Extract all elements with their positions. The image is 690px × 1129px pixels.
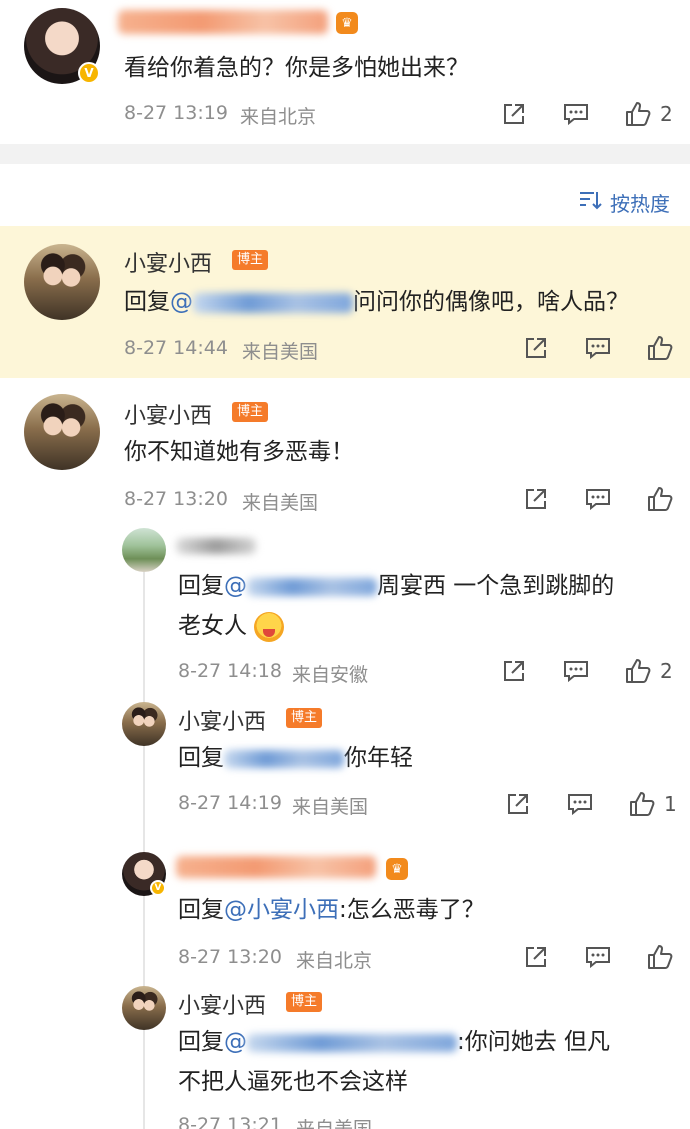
like-count: 2	[660, 659, 673, 683]
masked-mention	[247, 1033, 457, 1052]
comment-icon[interactable]	[562, 657, 590, 685]
comment-text: 看给你着急的？你是多怕她出来？	[124, 55, 469, 81]
comment-time: 8-27 14:44	[124, 337, 228, 359]
like-icon[interactable]	[646, 943, 674, 971]
share-icon[interactable]	[504, 790, 532, 818]
mention-link[interactable]: @小宴小西	[224, 897, 339, 923]
reply-location: 来自北京	[296, 950, 373, 972]
avatar[interactable]	[122, 702, 166, 746]
like-icon[interactable]	[624, 657, 652, 685]
like-icon[interactable]	[628, 790, 656, 818]
reply-text: 回复@ :你问她去 但凡	[178, 1022, 610, 1062]
mention-at[interactable]: @	[224, 1029, 247, 1055]
vip-crown-icon: ♛	[336, 12, 358, 34]
like-icon[interactable]	[624, 100, 652, 128]
reply-time: 8-27 14:19	[178, 792, 282, 814]
avatar[interactable]	[24, 394, 100, 470]
masked-username	[176, 538, 256, 554]
reply-time: 8-27 14:18	[178, 660, 282, 682]
comment-text: 你不知道她有多恶毒！	[124, 439, 354, 465]
author-name[interactable]: 小宴小西	[178, 988, 266, 1020]
like-icon[interactable]	[646, 485, 674, 513]
mention-at[interactable]: @	[224, 573, 247, 599]
reply-prefix: 回复	[178, 573, 224, 599]
comment-icon[interactable]	[584, 485, 612, 513]
reply-time: 8-27 13:21	[178, 1114, 282, 1129]
author-name[interactable]: 小宴小西	[124, 398, 212, 430]
author-tag: 博主	[286, 708, 323, 728]
masked-username	[118, 10, 328, 34]
author-tag: 博主	[232, 250, 269, 270]
author-tag: 博主	[232, 402, 269, 422]
like-icon[interactable]	[646, 334, 674, 362]
reply-text: 回复 你年轻	[178, 738, 413, 778]
reply-location: 来自美国	[296, 1118, 373, 1129]
reply-location: 来自美国	[292, 796, 369, 818]
angry-face-emoji	[254, 611, 285, 642]
reply-text-line2: 老女人	[178, 606, 285, 646]
comment-location: 来自美国	[242, 492, 319, 514]
masked-mention	[224, 749, 344, 768]
reply-prefix: 回复	[178, 1029, 224, 1055]
reply-prefix: 回复	[178, 745, 224, 771]
author-tag: 博主	[286, 992, 323, 1012]
reply-text-line2: 不把人逼死也不会这样	[178, 1069, 408, 1095]
sort-icon[interactable]	[578, 188, 602, 212]
reply-text: 回复@小宴小西:怎么恶毒了？	[178, 890, 485, 930]
reply-text-after: 周宴西 一个急到跳脚的	[377, 573, 615, 599]
avatar[interactable]	[24, 244, 100, 320]
reply-text: 回复@ 周宴西 一个急到跳脚的	[178, 566, 614, 606]
comment-time: 8-27 13:20	[124, 488, 228, 510]
thread-line	[143, 570, 145, 1129]
comment-icon[interactable]	[562, 100, 590, 128]
avatar[interactable]	[122, 528, 166, 572]
reply-time: 8-27 13:20	[178, 946, 282, 968]
author-name[interactable]: 小宴小西	[124, 246, 212, 278]
like-count: 1	[664, 792, 677, 816]
masked-username	[176, 856, 376, 878]
section-divider	[0, 144, 690, 164]
avatar[interactable]	[122, 986, 166, 1030]
comment-icon[interactable]	[584, 943, 612, 971]
comment-location: 来自美国	[242, 341, 319, 363]
reply-text-after: :你问她去 但凡	[457, 1029, 611, 1055]
share-icon[interactable]	[500, 100, 528, 128]
mention-at[interactable]: @	[170, 289, 193, 315]
reply-text-after: :怎么恶毒了？	[339, 897, 485, 923]
like-count: 2	[660, 102, 673, 126]
reply-text: 问问你的偶像吧，啥人品？	[353, 289, 629, 315]
vip-crown-icon: ♛	[386, 858, 408, 880]
verified-badge-icon: V	[78, 62, 100, 84]
reply-prefix: 回复	[124, 289, 170, 315]
comment-icon[interactable]	[584, 334, 612, 362]
masked-mention	[247, 577, 377, 596]
share-icon[interactable]	[522, 334, 550, 362]
share-icon[interactable]	[522, 485, 550, 513]
masked-mention	[193, 292, 353, 313]
verified-badge-icon: V	[150, 880, 166, 896]
author-name[interactable]: 小宴小西	[178, 704, 266, 736]
reply-text-line2-content: 老女人	[178, 613, 247, 639]
comment-location: 来自北京	[240, 106, 317, 128]
comment-text: 回复@ 问问你的偶像吧，啥人品？	[124, 282, 629, 322]
comment-icon[interactable]	[566, 790, 594, 818]
reply-location: 来自安徽	[292, 664, 369, 686]
share-icon[interactable]	[522, 943, 550, 971]
sort-by-hot[interactable]: 按热度	[610, 188, 670, 217]
reply-prefix: 回复	[178, 897, 224, 923]
share-icon[interactable]	[500, 657, 528, 685]
reply-text-after: 你年轻	[344, 745, 413, 771]
comment-time: 8-27 13:19	[124, 102, 228, 124]
